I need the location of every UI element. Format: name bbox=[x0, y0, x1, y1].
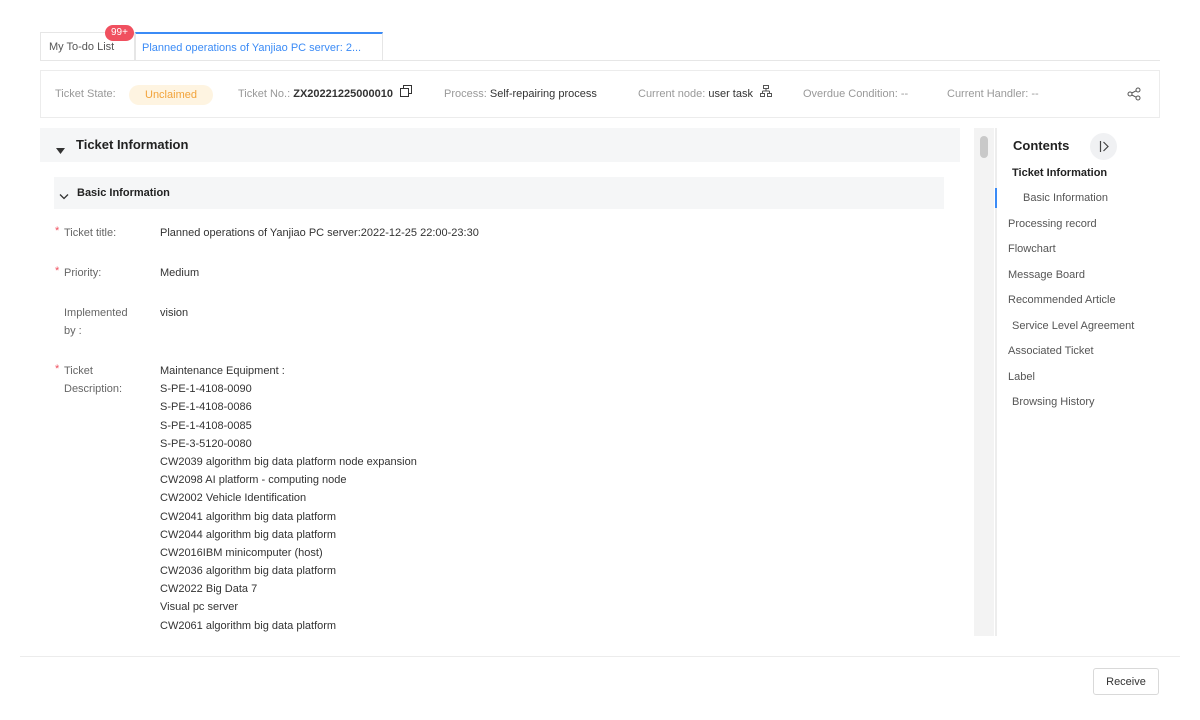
contents-title: Contents bbox=[1013, 138, 1070, 153]
required-mark: * bbox=[55, 225, 60, 237]
ticket-state-label: Ticket State: bbox=[55, 88, 116, 100]
flow-node-icon[interactable] bbox=[760, 71, 773, 117]
field-label: Ticket title: bbox=[64, 227, 117, 239]
ticket-no-label: Ticket No.: bbox=[238, 88, 291, 100]
description-line: S-PE-1-4108-0086 bbox=[160, 401, 252, 414]
description-line: CW2039 algorithm big data platform node … bbox=[160, 455, 417, 468]
field-label: Ticket bbox=[64, 365, 93, 377]
section-title: Ticket Information bbox=[76, 137, 189, 152]
description-line: CW2036 algorithm big data platform bbox=[160, 565, 337, 578]
required-mark: * bbox=[55, 363, 60, 375]
description-line: S-PE-1-4108-0085 bbox=[160, 419, 252, 432]
tab-planned-operations[interactable]: Planned operations of Yanjiao PC server:… bbox=[135, 32, 383, 60]
count-badge: 99+ bbox=[105, 25, 134, 41]
field-label-cont: by : bbox=[64, 325, 82, 337]
footer-divider bbox=[20, 656, 1180, 657]
ticket-number: Ticket No.: ZX20221225000010 bbox=[238, 71, 413, 117]
description-line: S-PE-1-4108-0090 bbox=[160, 383, 252, 396]
chevron-down-icon bbox=[59, 188, 69, 206]
triangle-down-icon bbox=[56, 141, 65, 159]
share-icon[interactable] bbox=[1127, 87, 1141, 104]
description-line: CW2044 algorithm big data platform bbox=[160, 528, 337, 541]
field-priority: * Priority: Medium bbox=[40, 264, 940, 284]
collapse-contents-button[interactable] bbox=[1090, 133, 1117, 160]
status-badge: Unclaimed bbox=[129, 85, 213, 105]
ticket-information-panel: Ticket Information Basic Information * T… bbox=[40, 128, 960, 636]
current-node: Current node: user task bbox=[638, 71, 773, 117]
toc-item-processing-record[interactable]: Processing record bbox=[1008, 216, 1097, 232]
scrollbar[interactable] bbox=[974, 128, 994, 636]
tab-label: Planned operations of Yanjiao PC server:… bbox=[142, 42, 362, 54]
ticket-state: Ticket State: bbox=[55, 71, 116, 117]
toc-item-basic-information[interactable]: Basic Information bbox=[1023, 190, 1108, 206]
toc-item-browsing-history[interactable]: Browsing History bbox=[1012, 394, 1095, 410]
description-line: Visual pc server bbox=[160, 601, 239, 614]
process-value: Self-repairing process bbox=[489, 88, 597, 100]
required-mark: * bbox=[55, 265, 60, 277]
basic-information-header[interactable]: Basic Information bbox=[54, 177, 944, 209]
field-label: Priority: bbox=[64, 267, 102, 279]
ticket-information-header[interactable]: Ticket Information bbox=[40, 128, 960, 162]
field-implemented-by: Implemented by : vision bbox=[40, 304, 940, 344]
toc-item-ticket-information[interactable]: Ticket Information bbox=[1012, 165, 1107, 181]
ticket-no-value: ZX20221225000010 bbox=[293, 88, 393, 100]
tab-my-todo-list[interactable]: My To-do List 99+ bbox=[40, 25, 135, 60]
description-line: CW2041 algorithm big data platform bbox=[160, 510, 337, 523]
scrollbar-thumb[interactable] bbox=[980, 136, 988, 158]
field-value: vision bbox=[160, 307, 189, 319]
field-value: Planned operations of Yanjiao PC server:… bbox=[160, 227, 479, 239]
process-label: Process: bbox=[444, 88, 487, 100]
field-label: Implemented bbox=[64, 307, 128, 319]
field-label-cont: Description: bbox=[64, 383, 123, 395]
ticket-description-value: Maintenance Equipment : S-PE-1-4108-0090 S… bbox=[160, 362, 417, 635]
current-handler: Current Handler: -- bbox=[947, 71, 1039, 117]
toc-item-service-level-agreement[interactable]: Service Level Agreement bbox=[1012, 318, 1134, 334]
toc-item-flowchart[interactable]: Flowchart bbox=[1008, 241, 1056, 257]
description-line: CW2098 AI platform - computing node bbox=[160, 474, 347, 487]
description-line: Maintenance Equipment : bbox=[160, 365, 285, 377]
toc-item-message-board[interactable]: Message Board bbox=[1008, 267, 1085, 283]
tab-label: My To-do List bbox=[49, 41, 115, 53]
description-line: CW2002 Vehicle Identification bbox=[160, 492, 307, 505]
field-ticket-description-label: * Ticket Description: bbox=[40, 362, 150, 402]
process: Process: Self-repairing process bbox=[444, 71, 597, 117]
field-ticket-title: * Ticket title: Planned operations of Ya… bbox=[40, 224, 940, 244]
toc-item-associated-ticket[interactable]: Associated Ticket bbox=[1008, 343, 1094, 359]
description-line: CW2061 algorithm big data platform bbox=[160, 619, 337, 632]
collapse-right-icon bbox=[1099, 141, 1109, 152]
handler-value: -- bbox=[1031, 88, 1039, 100]
toc-item-recommended-article[interactable]: Recommended Article bbox=[1008, 292, 1116, 308]
overdue-condition: Overdue Condition: -- bbox=[803, 71, 908, 117]
tab-bar: My To-do List 99+ Planned operations of … bbox=[40, 25, 1160, 61]
description-line: CW2022 Big Data 7 bbox=[160, 583, 258, 596]
toc-item-label[interactable]: Label bbox=[1008, 369, 1035, 385]
ticket-status-bar: Ticket State: Unclaimed Ticket No.: ZX20… bbox=[40, 70, 1160, 118]
subsection-title: Basic Information bbox=[77, 187, 170, 199]
current-node-label: Current node: bbox=[638, 88, 706, 100]
overdue-value: -- bbox=[900, 88, 909, 100]
toc-active-indicator bbox=[995, 188, 997, 208]
description-line: CW2016IBM minicomputer (host) bbox=[160, 546, 323, 559]
description-line: S-PE-3-5120-0080 bbox=[160, 437, 252, 450]
copy-icon[interactable] bbox=[400, 71, 413, 117]
overdue-label: Overdue Condition: bbox=[803, 88, 898, 100]
current-node-value: user task bbox=[708, 88, 753, 100]
handler-label: Current Handler: bbox=[947, 88, 1029, 100]
field-value: Medium bbox=[160, 267, 200, 279]
receive-button[interactable]: Receive bbox=[1093, 668, 1159, 695]
